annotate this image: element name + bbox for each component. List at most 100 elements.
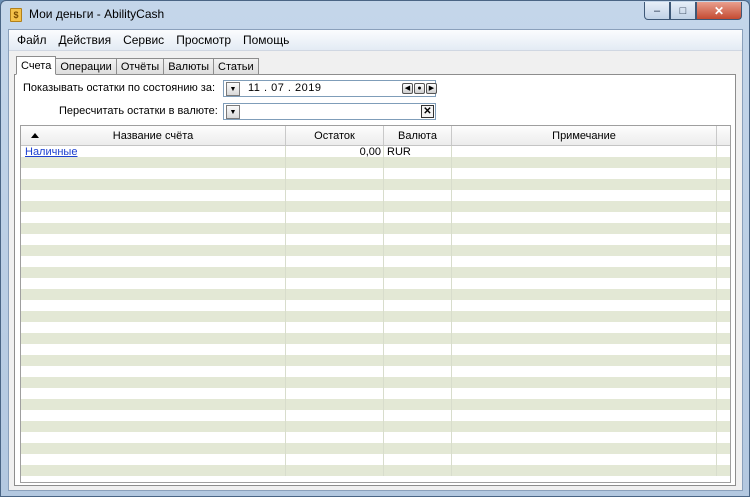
app-icon[interactable]: $ — [10, 8, 22, 22]
table-header: Название счёта Остаток Валюта Примечание — [21, 126, 730, 146]
column-divider — [451, 212, 452, 223]
currency-clear-button[interactable]: ✕ — [421, 105, 434, 118]
column-divider — [451, 223, 452, 234]
close-icon: ✕ — [713, 3, 725, 18]
maximize-icon: □ — [679, 4, 687, 17]
column-divider — [285, 454, 286, 465]
column-divider — [716, 267, 717, 278]
table-row-stripe — [21, 245, 730, 256]
column-divider — [451, 454, 452, 465]
column-divider — [383, 410, 384, 421]
column-divider — [451, 355, 452, 366]
column-divider — [285, 190, 286, 201]
column-divider — [451, 300, 452, 311]
maximize-button[interactable]: □ — [670, 2, 696, 20]
column-divider — [383, 366, 384, 377]
column-divider — [716, 366, 717, 377]
currency-dropdown-button[interactable]: ▼ — [226, 105, 240, 119]
column-divider — [716, 388, 717, 399]
column-divider — [285, 399, 286, 410]
dropdown-arrow-icon: ▼ — [229, 85, 237, 93]
date-value[interactable]: 11 . 07 . 2019 — [248, 82, 321, 94]
column-divider — [451, 333, 452, 344]
tab-operations[interactable]: Операции — [55, 58, 117, 75]
table-row-stripe — [21, 355, 730, 366]
column-divider — [383, 168, 384, 179]
table-row-stripe — [21, 190, 730, 201]
column-header-account-name[interactable]: Название счёта — [21, 126, 286, 145]
column-divider — [383, 465, 384, 476]
column-divider — [285, 355, 286, 366]
column-divider — [383, 201, 384, 212]
column-divider — [285, 377, 286, 388]
tab-reports[interactable]: Отчёты — [115, 58, 165, 75]
column-divider — [285, 344, 286, 355]
tab-currencies[interactable]: Валюты — [163, 58, 215, 75]
column-header-note[interactable]: Примечание — [452, 126, 717, 145]
sort-ascending-icon — [31, 133, 39, 138]
column-divider — [451, 432, 452, 443]
column-label: Название счёта — [112, 129, 194, 142]
column-divider — [716, 190, 717, 201]
column-divider — [285, 256, 286, 267]
close-button[interactable]: ✕ — [696, 2, 742, 20]
date-next-button[interactable]: ▶ — [426, 83, 437, 94]
menu-bar: Файл Действия Сервис Просмотр Помощь — [9, 30, 742, 51]
column-divider — [383, 421, 384, 432]
column-divider — [285, 311, 286, 322]
column-divider — [383, 278, 384, 289]
table-row-stripe — [21, 311, 730, 322]
column-divider — [716, 245, 717, 256]
column-divider — [383, 190, 384, 201]
column-divider — [285, 388, 286, 399]
menu-help[interactable]: Помощь — [237, 31, 295, 49]
date-today-button[interactable]: ● — [414, 83, 425, 94]
client-area: Файл Действия Сервис Просмотр Помощь Сче… — [8, 29, 743, 491]
column-header-balance[interactable]: Остаток — [286, 126, 384, 145]
column-divider — [383, 223, 384, 234]
table-row-stripe — [21, 212, 730, 223]
table-row-stripe — [21, 278, 730, 289]
table-row-stripe — [21, 267, 730, 278]
column-divider — [383, 454, 384, 465]
column-divider — [383, 333, 384, 344]
tab-categories[interactable]: Статьи — [213, 58, 259, 75]
tab-accounts[interactable]: Счета — [16, 56, 57, 75]
account-name-link[interactable]: Наличные — [25, 146, 77, 158]
column-divider — [451, 234, 452, 245]
table-row[interactable]: Наличные 0,00 RUR — [21, 146, 730, 159]
menu-view[interactable]: Просмотр — [170, 31, 237, 49]
date-dropdown-button[interactable]: ▼ — [226, 82, 240, 96]
title-bar[interactable]: $ Мои деньги - AbilityCash – □ ✕ — [1, 1, 749, 29]
minimize-button[interactable]: – — [644, 2, 670, 20]
column-divider — [285, 410, 286, 421]
column-divider — [451, 267, 452, 278]
column-divider — [451, 377, 452, 388]
column-divider — [451, 366, 452, 377]
column-header-filler — [717, 126, 730, 145]
column-divider — [383, 355, 384, 366]
column-divider — [383, 256, 384, 267]
column-divider — [383, 234, 384, 245]
date-prev-button[interactable]: ◀ — [402, 83, 413, 94]
column-divider — [383, 267, 384, 278]
date-picker[interactable]: ▼ 11 . 07 . 2019 ◀ ● ▶ — [223, 80, 437, 97]
table-row-stripe — [21, 432, 730, 443]
column-divider — [716, 256, 717, 267]
column-header-currency[interactable]: Валюта — [384, 126, 452, 145]
column-divider — [285, 267, 286, 278]
accounts-table: Название счёта Остаток Валюта Примечание… — [20, 125, 731, 483]
column-label: Остаток — [314, 129, 355, 142]
column-divider — [383, 245, 384, 256]
currency-select[interactable]: ▼ ✕ — [223, 103, 436, 120]
table-row-stripe — [21, 289, 730, 300]
column-divider — [716, 168, 717, 179]
menu-service[interactable]: Сервис — [117, 31, 170, 49]
menu-actions[interactable]: Действия — [53, 31, 118, 49]
column-divider — [716, 355, 717, 366]
column-divider — [383, 377, 384, 388]
menu-file[interactable]: Файл — [11, 31, 53, 49]
account-balance: 0,00 — [359, 146, 381, 158]
table-row-stripe — [21, 322, 730, 333]
column-divider — [285, 300, 286, 311]
